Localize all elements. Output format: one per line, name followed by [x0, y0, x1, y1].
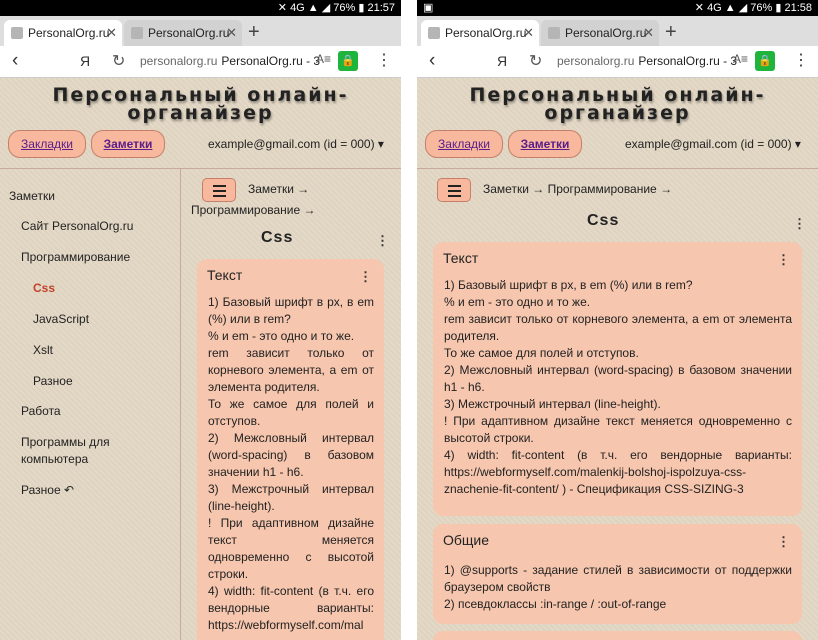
reader-mode-icon[interactable]: A≡ [733, 52, 748, 66]
browser-menu-icon[interactable]: ⋮ [376, 50, 392, 70]
page-title: Css [261, 229, 294, 246]
close-tab-icon[interactable]: ✕ [106, 20, 117, 46]
site-content: Персональный онлайн- органайзер Закладки… [417, 78, 818, 640]
screenshot-icon: ▣ [423, 2, 434, 14]
card-menu-icon[interactable]: ⋮ [777, 252, 790, 268]
user-account-menu[interactable]: example@gmail.com (id = 000) ▾ [208, 137, 384, 151]
url-field[interactable]: personalorg.ru PersonalOrg.ru - 3 [557, 54, 737, 68]
divider [417, 168, 818, 169]
sidebar-item-work[interactable]: Работа [21, 403, 61, 420]
breadcrumb[interactable]: Заметки → Программирование → [483, 179, 672, 200]
reader-mode-icon[interactable]: A≡ [316, 52, 331, 66]
bookmarks-button[interactable]: Закладки [8, 130, 86, 158]
browser-tab-inactive[interactable]: PersonalOrg.ru ✕ [124, 20, 242, 46]
browser-tab-active[interactable]: PersonalOrg.ru ✕ [421, 20, 539, 46]
sidebar: Заметки Сайт PersonalOrg.ru Программиров… [0, 169, 181, 640]
page-menu-icon[interactable]: ⋮ [376, 233, 389, 249]
site-title: Персональный онлайн- органайзер [52, 84, 349, 124]
browser-menu-icon[interactable]: ⋮ [793, 50, 809, 70]
status-icons: ✕ 4G ▲ ◢ 76% ▮ 21:58 [694, 2, 812, 14]
bookmarks-button[interactable]: Закладки [425, 130, 503, 158]
status-icons: ✕ 4G ▲ ◢ 76% ▮ 21:57 [277, 2, 395, 14]
notes-button[interactable]: Заметки [508, 130, 582, 158]
card-title: Текст [207, 267, 243, 283]
reload-icon[interactable]: ↻ [112, 51, 125, 71]
note-card-next [433, 631, 802, 640]
card-title: Общие [443, 532, 490, 548]
favicon-icon [131, 27, 143, 39]
page-title: Css [587, 212, 620, 229]
close-tab-icon[interactable]: ✕ [523, 20, 534, 46]
card-body: 1) @supports - задание стилей в зависимо… [444, 563, 792, 611]
sidebar-item-programming[interactable]: Программирование [21, 249, 130, 266]
clock: 21:58 [784, 2, 812, 14]
close-tab-icon[interactable]: ✕ [226, 20, 237, 46]
sidebar-item-programs[interactable]: Программы для компьютера [21, 434, 141, 468]
phone-screenshot-right: ▣ ✕ 4G ▲ ◢ 76% ▮ 21:58 PersonalOrg.ru ✕ … [417, 0, 818, 640]
reload-icon[interactable]: ↻ [529, 51, 542, 71]
favicon-icon [11, 27, 23, 39]
note-card-text: Текст ⋮ 1) Базовый шрифт в px, в em (%) … [197, 259, 384, 640]
page-menu-icon[interactable]: ⋮ [793, 216, 806, 232]
status-bar: ▣ ✕ 4G ▲ ◢ 76% ▮ 21:58 [417, 0, 818, 16]
card-body: 1) Базовый шрифт в px, в em (%) или в re… [208, 295, 374, 632]
sidebar-item-css[interactable]: Css [33, 280, 55, 297]
hamburger-icon[interactable] [437, 178, 471, 202]
note-card-general: Общие ⋮ 1) @supports - задание стилей в … [433, 524, 802, 624]
browser-tab-inactive[interactable]: PersonalOrg.ru ✕ [541, 20, 659, 46]
site-title: Персональный онлайн- органайзер [469, 84, 766, 124]
clock: 21:57 [367, 2, 395, 14]
card-title: Текст [443, 250, 479, 266]
back-arrow-icon[interactable]: ‹ [429, 50, 435, 72]
site-content: Персональный онлайн- органайзер Закладки… [0, 78, 401, 640]
browser-tab-active[interactable]: PersonalOrg.ru ✕ [4, 20, 122, 46]
breadcrumb-programming[interactable]: Программирование → [191, 200, 316, 221]
sidebar-item-xslt[interactable]: Xslt [33, 342, 53, 359]
user-account-menu[interactable]: example@gmail.com (id = 000) ▾ [625, 137, 801, 151]
breadcrumb[interactable]: Заметки → [248, 179, 309, 200]
sidebar-item-javascript[interactable]: JavaScript [33, 311, 89, 328]
close-tab-icon[interactable]: ✕ [643, 20, 654, 46]
phone-screenshot-left: ✕ 4G ▲ ◢ 76% ▮ 21:57 PersonalOrg.ru ✕ Pe… [0, 0, 401, 640]
sidebar-item-notes[interactable]: Заметки [9, 188, 55, 205]
sidebar-item-misc[interactable]: Разное [33, 373, 73, 390]
notes-button[interactable]: Заметки [91, 130, 165, 158]
lock-icon[interactable]: 🔒 [338, 51, 358, 71]
address-bar: ‹ Я ↻ personalorg.ru PersonalOrg.ru - 3 A… [417, 46, 818, 78]
browser-tab-bar: PersonalOrg.ru ✕ PersonalOrg.ru ✕ + [417, 16, 818, 46]
yandex-icon[interactable]: Я [497, 53, 507, 69]
card-menu-icon[interactable]: ⋮ [777, 534, 790, 550]
favicon-icon [428, 27, 440, 39]
sidebar-item-site[interactable]: Сайт PersonalOrg.ru [21, 218, 133, 235]
new-tab-icon[interactable]: + [665, 20, 677, 44]
yandex-icon[interactable]: Я [80, 53, 90, 69]
new-tab-icon[interactable]: + [248, 20, 260, 44]
lock-icon[interactable]: 🔒 [755, 51, 775, 71]
favicon-icon [548, 27, 560, 39]
card-menu-icon[interactable]: ⋮ [359, 269, 372, 285]
hamburger-icon[interactable] [202, 178, 236, 202]
browser-tab-bar: PersonalOrg.ru ✕ PersonalOrg.ru ✕ + [0, 16, 401, 46]
back-arrow-icon[interactable]: ‹ [12, 50, 18, 72]
note-card-text: Текст ⋮ 1) Базовый шрифт в px, в em (%) … [433, 242, 802, 516]
status-bar: ✕ 4G ▲ ◢ 76% ▮ 21:57 [0, 0, 401, 16]
card-body: 1) Базовый шрифт в px, в em (%) или в re… [444, 278, 792, 496]
address-bar: ‹ Я ↻ personalorg.ru PersonalOrg.ru - 3 A… [0, 46, 401, 78]
url-field[interactable]: personalorg.ru PersonalOrg.ru - 3 [140, 54, 320, 68]
sidebar-item-misc-root[interactable]: Разное ↶ [21, 482, 74, 499]
